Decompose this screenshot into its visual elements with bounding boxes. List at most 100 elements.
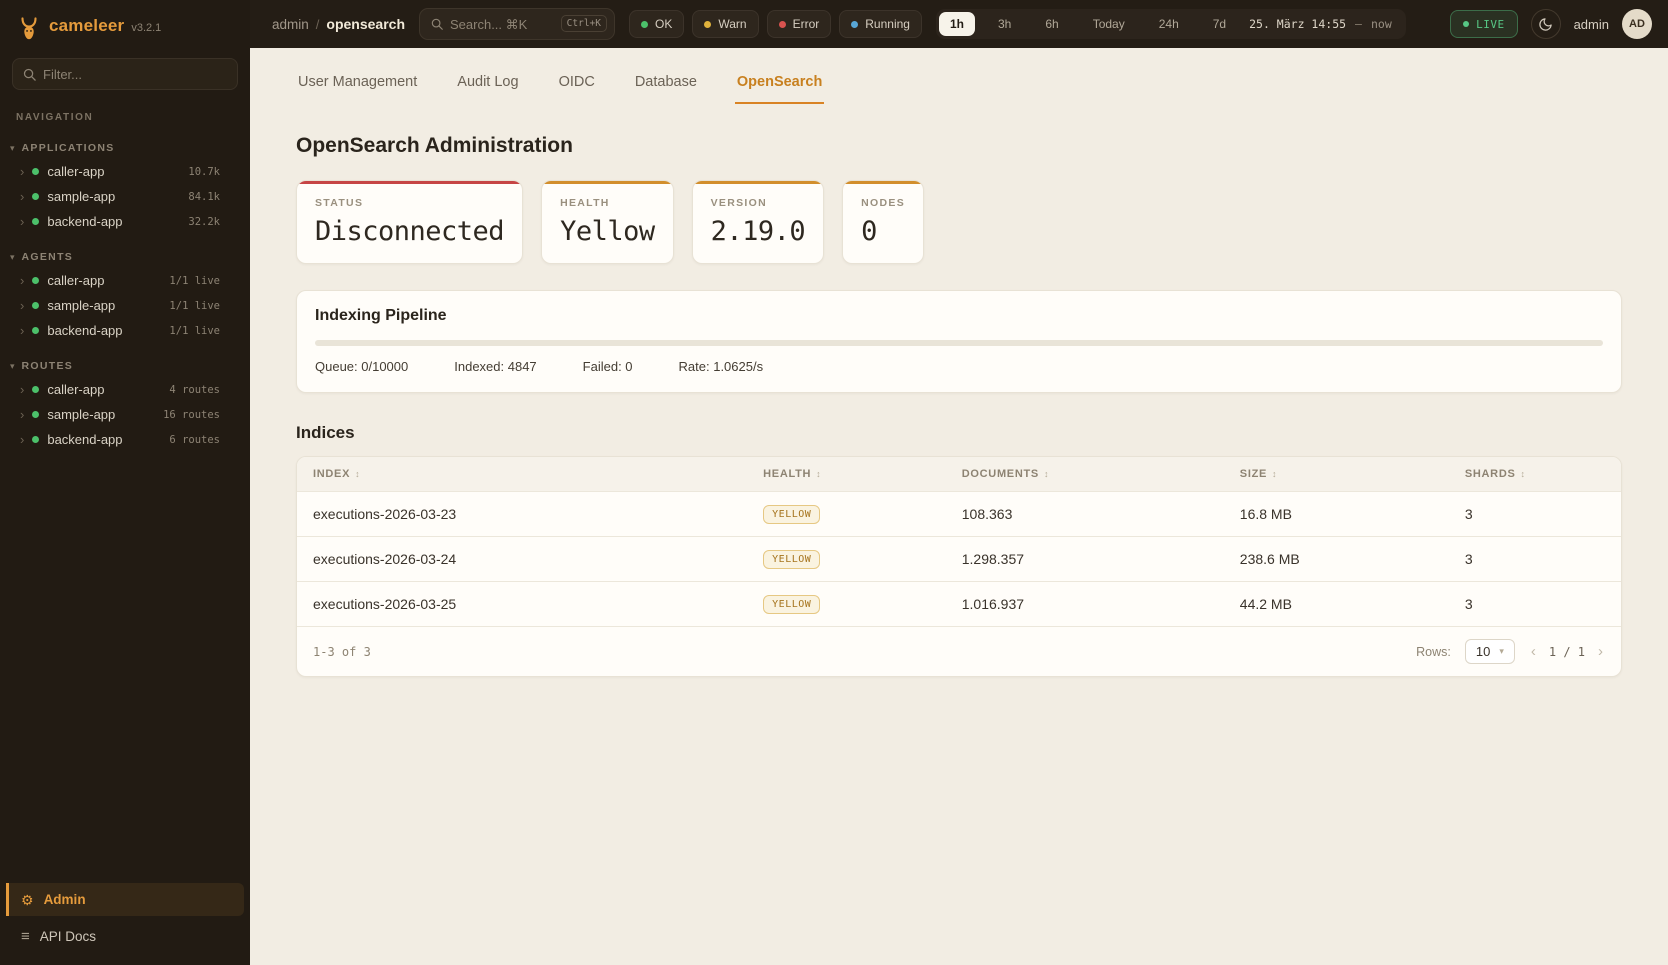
cell-index: executions-2026-03-25 [297,582,747,627]
card-accent [693,181,824,184]
card-accent [843,181,923,184]
chevron-down-icon: ▾ [10,253,15,262]
sort-icon: ↕ [816,469,821,479]
admin-tabs: User Management Audit Log OIDC Database … [296,68,1622,104]
count-badge: 1/1 live [169,300,220,312]
status-filter-ok[interactable]: OK [629,10,684,38]
app-logo[interactable]: cameleer v3.2.1 [0,0,250,52]
filter-input[interactable] [13,59,237,89]
cell-size: 238.6 MB [1224,537,1449,582]
prev-page-button[interactable]: ‹ [1529,643,1538,660]
sort-icon: ↕ [1272,469,1277,479]
list-icon: ≡ [21,929,30,944]
table-row[interactable]: executions-2026-03-23 YELLOW 108.363 16.… [297,492,1621,537]
table-row[interactable]: executions-2026-03-24 YELLOW 1.298.357 2… [297,537,1621,582]
sidebar-item-agents-sample-app[interactable]: › sample-app 1/1 live [0,293,250,318]
cell-shards: 3 [1449,582,1621,627]
cell-index: executions-2026-03-23 [297,492,747,537]
chevron-down-icon: ▾ [10,144,15,153]
time-range-today[interactable]: Today [1082,12,1136,36]
table-row[interactable]: executions-2026-03-25 YELLOW 1.016.937 4… [297,582,1621,627]
sidebar-item-applications-sample-app[interactable]: › sample-app 84.1k [0,184,250,209]
time-range-3h[interactable]: 3h [987,12,1022,36]
sidebar-item-routes-caller-app[interactable]: › caller-app 4 routes [0,377,250,402]
column-header-shards[interactable]: SHARDS↕ [1449,457,1621,492]
table-footer: 1-3 of 3 Rows: 10 ▾ ‹ 1 / 1 › [297,626,1621,676]
stat-card-version: VERSION 2.19.0 [692,180,825,264]
page-indicator: 1 / 1 [1549,645,1585,659]
rows-per-page-label: Rows: [1416,645,1451,659]
sidebar-item-routes-backend-app[interactable]: › backend-app 6 routes [0,427,250,452]
tab-opensearch[interactable]: OpenSearch [735,68,824,104]
sidebar-filter[interactable] [12,58,238,90]
navigation-label: NAVIGATION [16,112,234,123]
time-range-display[interactable]: 25. März 14:55 — now [1249,17,1392,31]
status-dot-icon [32,386,39,393]
search-icon [430,17,444,31]
count-badge: 1/1 live [169,325,220,337]
section-header-applications[interactable]: ▾ APPLICATIONS [0,137,250,159]
chevron-down-icon: ▾ [10,362,15,371]
column-header-documents[interactable]: DOCUMENTS↕ [946,457,1224,492]
dark-mode-toggle[interactable] [1531,9,1561,39]
status-filter-running[interactable]: Running [839,10,922,38]
sidebar-item-applications-backend-app[interactable]: › backend-app 32.2k [0,209,250,234]
card-accent [297,181,522,184]
sidebar-item-applications-caller-app[interactable]: › caller-app 10.7k [0,159,250,184]
status-filter-warn[interactable]: Warn [692,10,758,38]
cell-index: executions-2026-03-24 [297,537,747,582]
chevron-right-icon: › [20,190,24,203]
indices-title: Indices [296,423,1622,443]
cell-size: 44.2 MB [1224,582,1449,627]
status-dot-icon [32,411,39,418]
topbar: admin / opensearch Ctrl+K OK Warn E [250,0,1668,48]
column-header-health[interactable]: HEALTH↕ [747,457,946,492]
time-range-7d[interactable]: 7d [1202,12,1237,36]
column-header-index[interactable]: INDEX↕ [297,457,747,492]
sidebar-item-agents-caller-app[interactable]: › caller-app 1/1 live [0,268,250,293]
column-header-size[interactable]: SIZE↕ [1224,457,1449,492]
status-dot-icon [32,436,39,443]
time-range-1h[interactable]: 1h [939,12,975,36]
cell-shards: 3 [1449,492,1621,537]
tab-database[interactable]: Database [633,68,699,104]
tab-user-management[interactable]: User Management [296,68,419,104]
pipeline-stats: Queue: 0/10000 Indexed: 4847 Failed: 0 R… [315,359,1603,374]
status-filter-error[interactable]: Error [767,10,832,38]
breadcrumb-admin[interactable]: admin [272,17,309,32]
chevron-right-icon: › [20,165,24,178]
sidebar-item-admin[interactable]: ⚙ Admin [6,883,244,916]
tab-audit-log[interactable]: Audit Log [455,68,520,104]
sort-icon: ↕ [1044,469,1049,479]
sidebar-item-agents-backend-app[interactable]: › backend-app 1/1 live [0,318,250,343]
moon-icon [1538,17,1553,32]
time-range-24h[interactable]: 24h [1148,12,1190,36]
gear-icon: ⚙ [21,893,34,907]
rows-per-page-select[interactable]: 10 ▾ [1465,639,1515,664]
main-area: admin / opensearch Ctrl+K OK Warn E [250,0,1668,965]
status-filter-group: OK Warn Error Running [629,10,922,38]
sidebar-footer: ⚙ Admin ≡ API Docs [0,875,250,965]
cell-documents: 1.016.937 [946,582,1224,627]
stat-card-health: HEALTH Yellow [541,180,674,264]
live-toggle[interactable]: LIVE [1450,10,1518,38]
avatar[interactable]: AD [1622,9,1652,39]
card-accent [542,181,673,184]
time-range-6h[interactable]: 6h [1034,12,1069,36]
section-header-routes[interactable]: ▾ ROUTES [0,355,250,377]
pipeline-progress-bar [315,340,1603,346]
section-header-agents[interactable]: ▾ AGENTS [0,246,250,268]
keyboard-shortcut-badge: Ctrl+K [561,15,607,32]
error-dot-icon [779,21,786,28]
sidebar-item-routes-sample-app[interactable]: › sample-app 16 routes [0,402,250,427]
pipeline-failed: Failed: 0 [583,359,633,374]
tab-oidc[interactable]: OIDC [557,68,597,104]
status-dot-icon [32,218,39,225]
stat-card-status: STATUS Disconnected [296,180,523,264]
cell-health: YELLOW [747,537,946,582]
next-page-button[interactable]: › [1596,643,1605,660]
sidebar-item-api-docs[interactable]: ≡ API Docs [6,920,244,953]
count-badge: 10.7k [188,166,220,178]
global-search[interactable]: Ctrl+K [419,8,615,40]
status-dot-icon [32,193,39,200]
